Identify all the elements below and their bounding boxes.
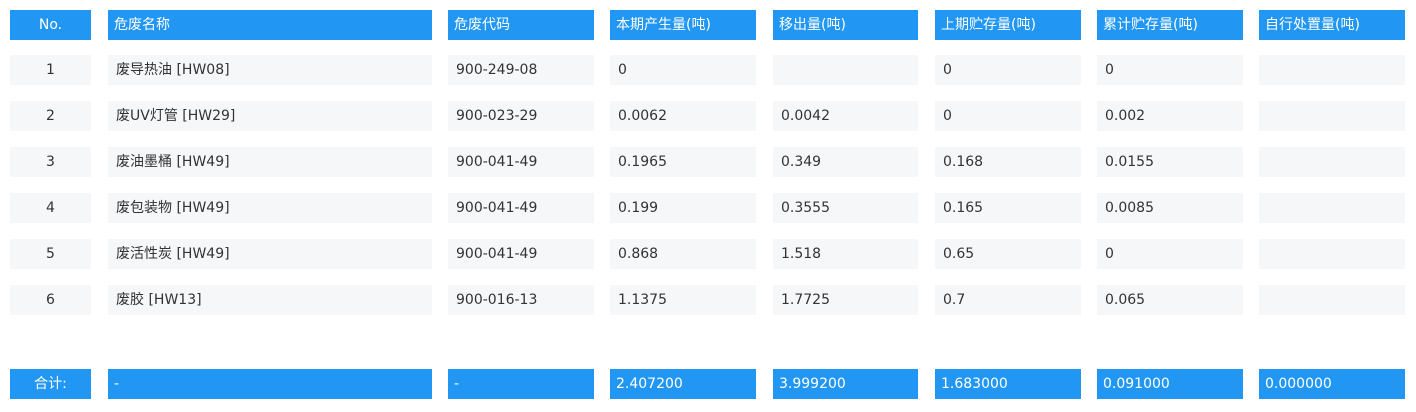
header-produced: 本期产生量(吨)	[610, 10, 756, 40]
cell-prev-storage: 0	[935, 101, 1081, 131]
header-cumulative-storage: 累计贮存量(吨)	[1097, 10, 1243, 40]
cell-removed: 0.349	[773, 147, 918, 177]
cell-cumulative-storage: 0	[1097, 55, 1243, 85]
total-removed: 3.999200	[773, 369, 918, 399]
cell-produced: 0.199	[610, 193, 756, 223]
cell-removed: 1.518	[773, 239, 918, 269]
cell-prev-storage: 0	[935, 55, 1081, 85]
cell-self-disposal	[1259, 285, 1405, 315]
cell-code: 900-041-49	[448, 193, 594, 223]
cell-no: 1	[10, 55, 91, 85]
cell-no: 5	[10, 239, 91, 269]
cell-removed	[773, 55, 918, 85]
cell-prev-storage: 0.165	[935, 193, 1081, 223]
cell-removed: 0.0042	[773, 101, 918, 131]
total-code: -	[448, 369, 594, 399]
header-self-disposal: 自行处置量(吨)	[1259, 10, 1405, 40]
header-removed: 移出量(吨)	[773, 10, 918, 40]
cell-no: 6	[10, 285, 91, 315]
cell-code: 900-023-29	[448, 101, 594, 131]
header-prev-storage: 上期贮存量(吨)	[935, 10, 1081, 40]
cell-code: 900-016-13	[448, 285, 594, 315]
cell-cumulative-storage: 0	[1097, 239, 1243, 269]
total-cumulative-storage: 0.091000	[1097, 369, 1243, 399]
cell-self-disposal	[1259, 55, 1405, 85]
total-self-disposal: 0.000000	[1259, 369, 1405, 399]
total-prev-storage: 1.683000	[935, 369, 1081, 399]
header-name: 危废名称	[108, 10, 432, 40]
total-no: 合计:	[10, 369, 91, 399]
cell-produced: 1.1375	[610, 285, 756, 315]
cell-removed: 0.3555	[773, 193, 918, 223]
header-no: No.	[10, 10, 91, 40]
cell-prev-storage: 0.65	[935, 239, 1081, 269]
cell-produced: 0.0062	[610, 101, 756, 131]
cell-name: 废UV灯管 [HW29]	[108, 101, 432, 131]
cell-cumulative-storage: 0.0085	[1097, 193, 1243, 223]
cell-cumulative-storage: 0.0155	[1097, 147, 1243, 177]
cell-removed: 1.7725	[773, 285, 918, 315]
cell-produced: 0.1965	[610, 147, 756, 177]
cell-self-disposal	[1259, 101, 1405, 131]
cell-self-disposal	[1259, 147, 1405, 177]
header-code: 危废代码	[448, 10, 594, 40]
cell-prev-storage: 0.168	[935, 147, 1081, 177]
cell-self-disposal	[1259, 193, 1405, 223]
cell-name: 废油墨桶 [HW49]	[108, 147, 432, 177]
cell-code: 900-041-49	[448, 147, 594, 177]
total-name: -	[108, 369, 432, 399]
cell-cumulative-storage: 0.002	[1097, 101, 1243, 131]
cell-code: 900-041-49	[448, 239, 594, 269]
cell-produced: 0.868	[610, 239, 756, 269]
cell-no: 2	[10, 101, 91, 131]
cell-name: 废胶 [HW13]	[108, 285, 432, 315]
cell-code: 900-249-08	[448, 55, 594, 85]
cell-cumulative-storage: 0.065	[1097, 285, 1243, 315]
cell-prev-storage: 0.7	[935, 285, 1081, 315]
cell-name: 废活性炭 [HW49]	[108, 239, 432, 269]
cell-name: 废包装物 [HW49]	[108, 193, 432, 223]
cell-no: 3	[10, 147, 91, 177]
total-produced: 2.407200	[610, 369, 756, 399]
cell-self-disposal	[1259, 239, 1405, 269]
cell-name: 废导热油 [HW08]	[108, 55, 432, 85]
cell-no: 4	[10, 193, 91, 223]
cell-produced: 0	[610, 55, 756, 85]
